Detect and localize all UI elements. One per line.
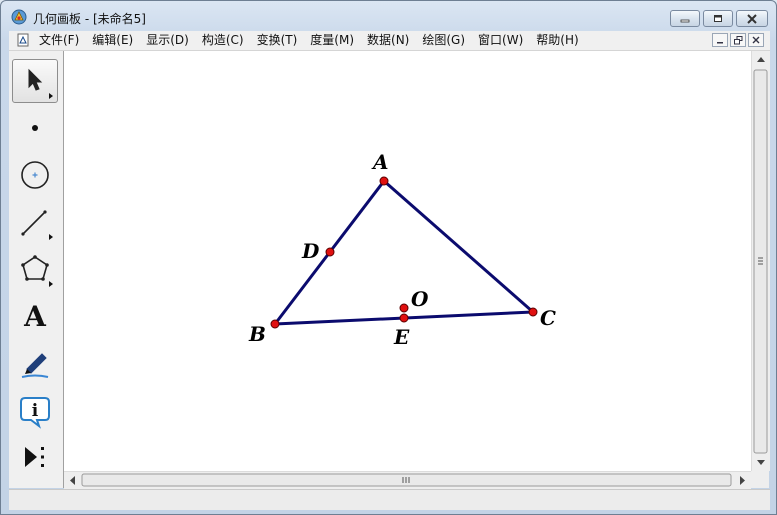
horizontal-scrollbar-graphic — [70, 473, 745, 487]
point-b[interactable] — [270, 319, 280, 329]
menu-file[interactable]: 文件(F) — [39, 31, 79, 50]
doc-close-button[interactable] — [748, 33, 764, 47]
point-e[interactable] — [399, 313, 409, 323]
sketchpad-app-icon — [11, 9, 27, 25]
horizontal-scrollbar[interactable] — [64, 471, 751, 489]
point-tool[interactable] — [12, 106, 58, 150]
restore-icon — [714, 14, 722, 22]
marker-pen-icon — [21, 353, 49, 378]
restore-icon — [733, 35, 742, 44]
status-bar — [9, 489, 770, 510]
text-tool[interactable]: A — [12, 294, 58, 338]
maximize-button[interactable] — [703, 10, 733, 27]
menu-window[interactable]: 窗口(W) — [478, 31, 523, 50]
scroll-left-arrow-icon[interactable] — [70, 476, 75, 485]
label-a[interactable]: A — [371, 150, 389, 174]
menu-measure[interactable]: 度量(M) — [310, 31, 354, 50]
minimize-icon — [717, 42, 723, 44]
menu-display[interactable]: 显示(D) — [146, 31, 189, 50]
label-d[interactable]: D — [301, 239, 320, 263]
info-glyph: i — [32, 401, 39, 421]
point-d[interactable] — [325, 247, 335, 257]
text-a-icon: A — [24, 299, 46, 333]
scroll-down-arrow-icon[interactable] — [757, 460, 765, 465]
menu-transform[interactable]: 变换(T) — [257, 31, 298, 50]
sketch-canvas[interactable]: A B C D E O — [64, 51, 751, 471]
vertical-scrollbar[interactable] — [751, 51, 770, 471]
geometry-figure: A B C D E O — [248, 150, 556, 349]
minimize-button[interactable] — [670, 10, 700, 27]
arrow-select-icon — [28, 68, 53, 99]
menu-edit[interactable]: 编辑(E) — [92, 31, 133, 50]
point-o[interactable] — [399, 303, 409, 313]
custom-tool[interactable] — [12, 435, 58, 479]
info-icon: i — [20, 397, 50, 429]
vertical-scrollbar-graphic — [753, 57, 768, 465]
straightedge-tool[interactable] — [12, 200, 58, 244]
polygon-icon — [21, 255, 53, 287]
point-c[interactable] — [528, 307, 538, 317]
title-bar: 几何画板 - [未命名5] — [1, 1, 776, 31]
point-icon — [32, 125, 38, 131]
arrow-tool[interactable] — [12, 59, 58, 103]
segment-icon — [21, 210, 53, 240]
close-icon — [747, 13, 757, 24]
app-window: 几何画板 - [未命名5] 文件(F) 编辑(E) 显示(D) 构造(C) 变换… — [0, 0, 777, 515]
window-title: 几何画板 - [未命名5] — [33, 12, 146, 26]
information-tool[interactable]: i — [12, 388, 58, 432]
menu-graph[interactable]: 绘图(G) — [422, 31, 465, 50]
label-o[interactable]: O — [411, 287, 429, 311]
segment-ac[interactable] — [383, 179, 534, 314]
polygon-tool[interactable] — [12, 247, 58, 291]
menu-help[interactable]: 帮助(H) — [536, 31, 578, 50]
menu-data[interactable]: 数据(N) — [367, 31, 409, 50]
menu-bar: 文件(F) 编辑(E) 显示(D) 构造(C) 变换(T) 度量(M) 数据(N… — [9, 31, 770, 51]
menu-items: 文件(F) 编辑(E) 显示(D) 构造(C) 变换(T) 度量(M) 数据(N… — [39, 31, 592, 50]
label-b[interactable]: B — [248, 322, 266, 346]
minimize-icon — [680, 19, 690, 22]
document-icon[interactable] — [16, 33, 30, 47]
scrollbar-corner — [751, 471, 769, 488]
marker-tool[interactable] — [12, 341, 58, 385]
close-button[interactable] — [736, 10, 768, 27]
document-window-controls — [712, 33, 764, 47]
toolbox: A i — [9, 51, 64, 488]
label-e[interactable]: E — [393, 325, 410, 349]
scroll-up-arrow-icon[interactable] — [757, 57, 765, 62]
menu-construct[interactable]: 构造(C) — [202, 31, 244, 50]
compass-tool[interactable] — [12, 153, 58, 197]
scroll-right-arrow-icon[interactable] — [740, 476, 745, 485]
close-icon — [752, 36, 760, 44]
circle-icon — [21, 161, 49, 189]
custom-tools-icon — [25, 447, 44, 467]
point-a[interactable] — [379, 176, 389, 186]
doc-minimize-button[interactable] — [712, 33, 728, 47]
doc-restore-button[interactable] — [730, 33, 746, 47]
label-c[interactable]: C — [540, 306, 556, 330]
